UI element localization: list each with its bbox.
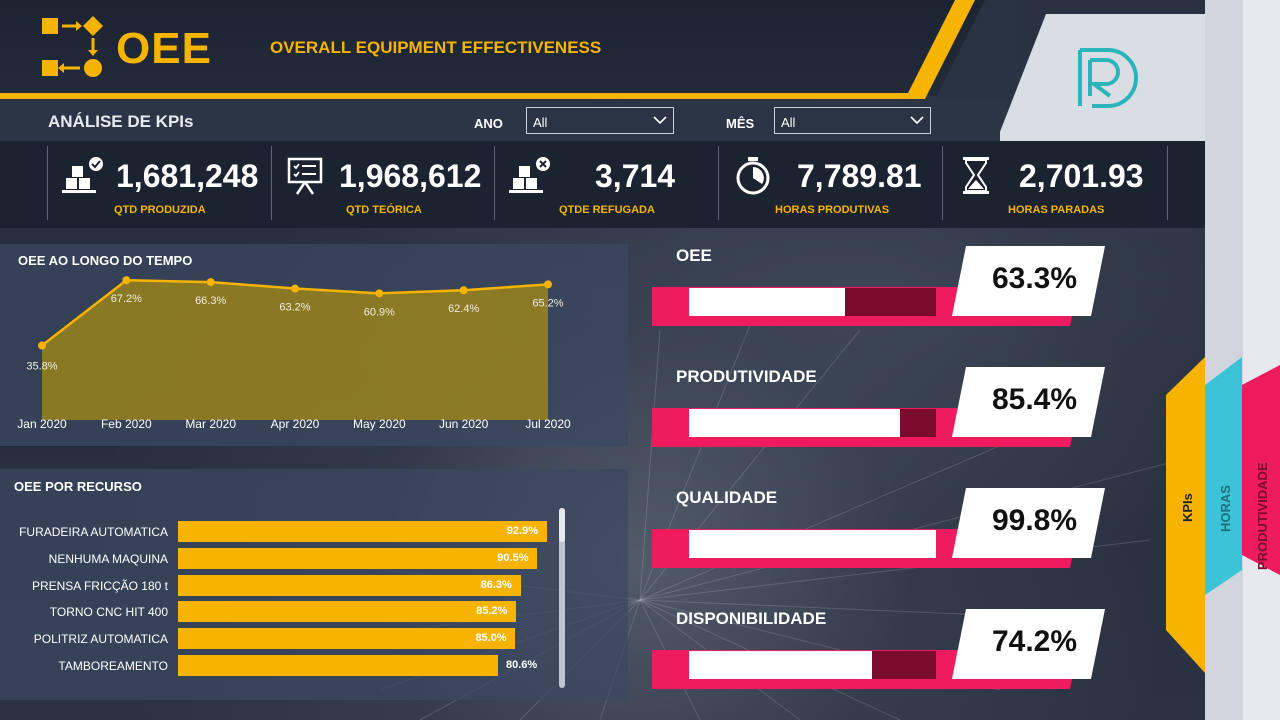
kpi-label: HORAS PARADAS bbox=[1008, 204, 1105, 216]
kpi-label: QTDE REFUGADA bbox=[559, 204, 655, 216]
metric-progress-track bbox=[689, 530, 936, 558]
month-filter-label: MÊS bbox=[726, 116, 755, 131]
data-label: 62.4% bbox=[448, 303, 479, 315]
data-point[interactable] bbox=[291, 284, 299, 293]
tab-kpis[interactable]: KPIs bbox=[1180, 493, 1195, 522]
data-point[interactable] bbox=[122, 276, 131, 285]
x-tick-label: Jan 2020 bbox=[17, 417, 67, 431]
metric-progress-fill bbox=[689, 651, 873, 679]
chart-scrollbar[interactable] bbox=[559, 508, 565, 688]
hourglass-icon bbox=[963, 157, 989, 194]
bar[interactable] bbox=[178, 601, 517, 623]
x-tick-label: May 2020 bbox=[353, 417, 406, 431]
kpi-label: QTD PRODUZIDA bbox=[114, 204, 206, 216]
app-subtitle: OVERALL EQUIPMENT EFFECTIVENESS bbox=[270, 38, 602, 57]
kpi-value: 1,681,248 bbox=[116, 158, 259, 194]
bar-category-label: PRENSA FRICÇÃO 180 t bbox=[31, 578, 168, 593]
chevron-down-icon bbox=[910, 116, 924, 125]
month-filter-value: All bbox=[781, 115, 796, 130]
metric-value: 85.4% bbox=[991, 383, 1078, 416]
bar-category-label: TAMBOREAMENTO bbox=[58, 659, 168, 673]
metric-value: 63.3% bbox=[991, 262, 1078, 295]
bar[interactable] bbox=[178, 655, 498, 676]
header-accent-stripe bbox=[0, 93, 915, 99]
data-point[interactable] bbox=[459, 286, 468, 295]
process-flow-icon bbox=[42, 16, 103, 77]
month-filter-select[interactable]: All bbox=[774, 107, 931, 134]
kpi-value: 3,714 bbox=[595, 158, 676, 194]
kpi-card: 3,714 QTDE REFUGADA bbox=[494, 146, 718, 220]
kpi-label: HORAS PRODUTIVAS bbox=[775, 204, 890, 216]
bar-value-label: 92.9% bbox=[506, 525, 539, 537]
data-point[interactable] bbox=[38, 341, 46, 350]
chevron-down-icon bbox=[653, 116, 667, 125]
x-tick-label: Apr 2020 bbox=[271, 417, 320, 431]
metric-progress-fill bbox=[689, 530, 936, 558]
x-tick-label: Mar 2020 bbox=[185, 417, 236, 431]
kpi-card: 2,701.93 HORAS PARADAS bbox=[942, 146, 1168, 220]
kpi-card: 7,789.81 HORAS PRODUTIVAS bbox=[718, 146, 942, 220]
data-label: 65.2% bbox=[532, 297, 563, 309]
app-title: OEE bbox=[116, 24, 212, 73]
metric-title: OEE bbox=[676, 246, 712, 265]
scrollbar-thumb[interactable] bbox=[559, 508, 565, 542]
metric-value: 99.8% bbox=[991, 504, 1078, 537]
bar-value-label: 85.0% bbox=[475, 632, 507, 645]
kpi-value: 2,701.93 bbox=[1019, 158, 1144, 194]
data-label: 60.9% bbox=[364, 306, 395, 318]
metric-value: 74.2% bbox=[991, 625, 1078, 658]
bar-value-label: 80.6% bbox=[505, 659, 538, 671]
section-title: ANÁLISE DE KPIs bbox=[48, 112, 194, 131]
chart-title: OEE POR RECURSO bbox=[14, 479, 142, 494]
bar[interactable] bbox=[178, 574, 521, 596]
tab-produtividade[interactable]: PRODUTIVIDADE bbox=[1255, 462, 1270, 570]
data-label: 63.2% bbox=[279, 302, 310, 314]
kpi-card: 1,968,612 QTD TEÓRICA bbox=[271, 146, 494, 220]
tab-horas[interactable]: HORAS bbox=[1218, 485, 1233, 532]
kpi-value: 1,968,612 bbox=[339, 158, 482, 194]
data-point[interactable] bbox=[544, 280, 552, 289]
x-tick-label: Jul 2020 bbox=[525, 417, 571, 431]
brand-panel bbox=[996, 14, 1205, 142]
data-label: 66.3% bbox=[195, 295, 226, 307]
bar-category-label: TORNO CNC HIT 400 bbox=[49, 605, 168, 620]
x-tick-label: Feb 2020 bbox=[101, 417, 152, 431]
kpi-card: 1,681,248 QTD PRODUZIDA bbox=[47, 146, 271, 220]
year-filter-select[interactable]: All bbox=[526, 107, 674, 134]
data-label: 35.8% bbox=[26, 361, 57, 373]
bar-category-label: FURADEIRA AUTOMATICA bbox=[19, 525, 168, 539]
presentation-board-icon bbox=[287, 157, 323, 195]
metric-title: PRODUTIVIDADE bbox=[676, 367, 817, 386]
bar-value-label: 86.3% bbox=[480, 578, 512, 591]
data-point[interactable] bbox=[375, 289, 384, 298]
metric-title: DISPONIBILIDADE bbox=[676, 609, 827, 628]
kpi-label: QTD TEÓRICA bbox=[346, 204, 422, 216]
boxes-x-icon bbox=[509, 157, 550, 193]
metric-progress-track bbox=[689, 288, 936, 316]
bar-value-label: 90.5% bbox=[497, 551, 529, 564]
data-point[interactable] bbox=[206, 278, 215, 287]
metric-progress-fill bbox=[689, 409, 900, 437]
kpi-value: 7,789.81 bbox=[797, 158, 922, 194]
year-filter-label: ANO bbox=[474, 116, 503, 131]
bar[interactable] bbox=[178, 521, 547, 542]
bar-category-label: POLITRIZ AUTOMATICA bbox=[33, 632, 168, 647]
stopwatch-icon bbox=[736, 157, 770, 195]
metric-progress-track bbox=[689, 651, 936, 679]
metric-progress-fill bbox=[689, 288, 846, 316]
x-tick-label: Jun 2020 bbox=[439, 417, 489, 431]
metric-progress-track bbox=[689, 409, 936, 437]
data-label: 67.2% bbox=[111, 293, 142, 305]
metric-title: QUALIDADE bbox=[676, 488, 778, 507]
bar-category-label: NENHUMA MAQUINA bbox=[48, 551, 168, 566]
bar-value-label: 85.2% bbox=[476, 605, 508, 618]
year-filter-value: All bbox=[533, 115, 548, 130]
boxes-check-icon bbox=[62, 157, 103, 193]
bar[interactable] bbox=[178, 547, 538, 569]
oee-over-time-chart: 35.8% Jan 2020 67.2% Feb 2020 66.3% Mar 2020 6… bbox=[17, 276, 571, 431]
bar[interactable] bbox=[178, 628, 516, 650]
